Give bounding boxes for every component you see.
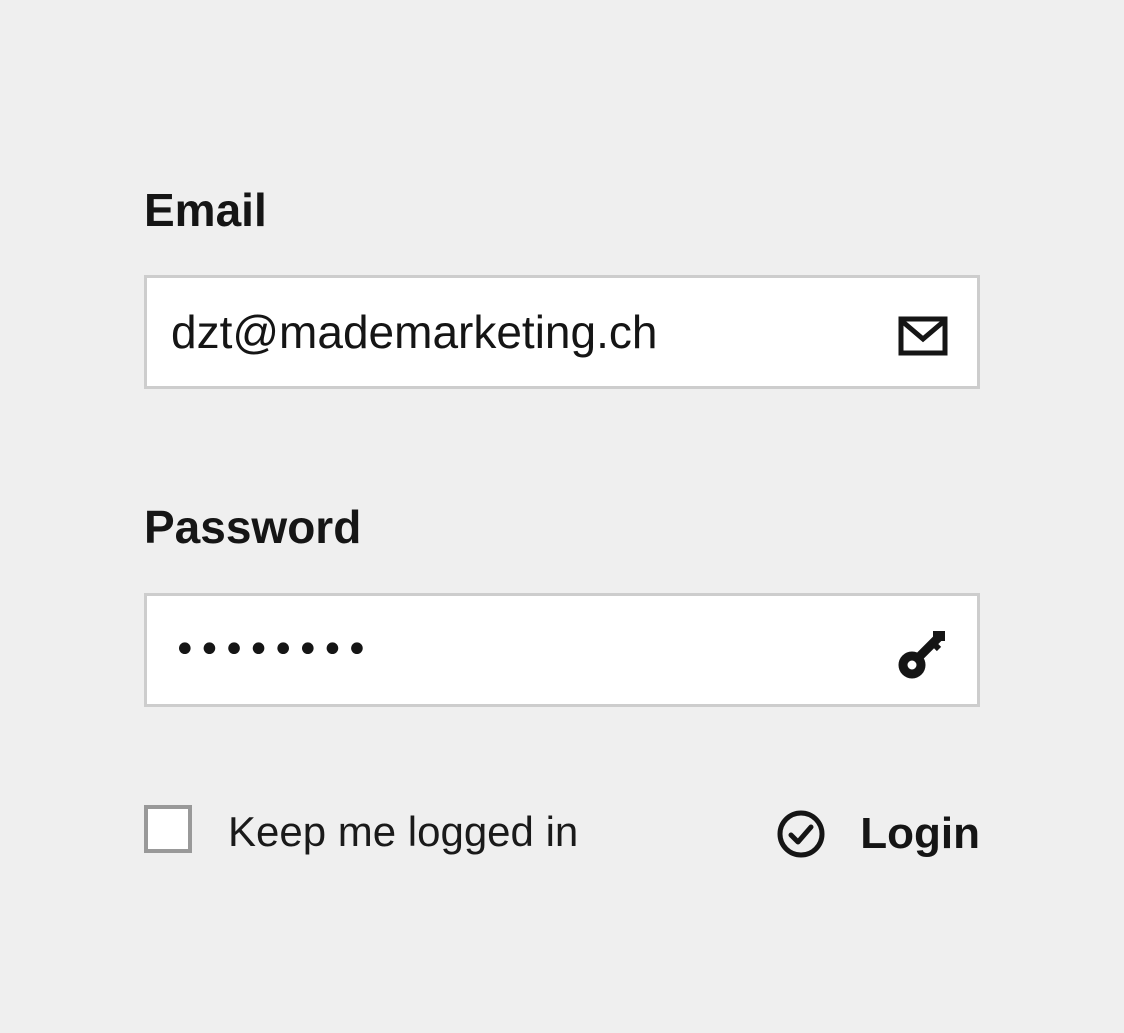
keep-logged-in-checkbox[interactable] <box>144 805 192 853</box>
email-input[interactable] <box>171 278 871 386</box>
check-circle-icon <box>777 810 825 858</box>
keep-logged-in-label[interactable]: Keep me logged in <box>228 804 578 860</box>
email-label: Email <box>144 184 267 236</box>
form-actions: Keep me logged in Login <box>144 800 980 864</box>
login-label: Login <box>860 809 980 858</box>
password-input[interactable]: •••••••• <box>173 596 370 704</box>
key-icon <box>898 631 945 679</box>
email-field[interactable] <box>144 275 980 389</box>
login-button[interactable]: Login <box>776 804 980 864</box>
login-form: Email Password •••••••• Keep me logged i… <box>144 0 980 1033</box>
envelope-icon <box>898 316 948 356</box>
password-label: Password <box>144 501 362 553</box>
password-field[interactable]: •••••••• <box>144 593 980 707</box>
